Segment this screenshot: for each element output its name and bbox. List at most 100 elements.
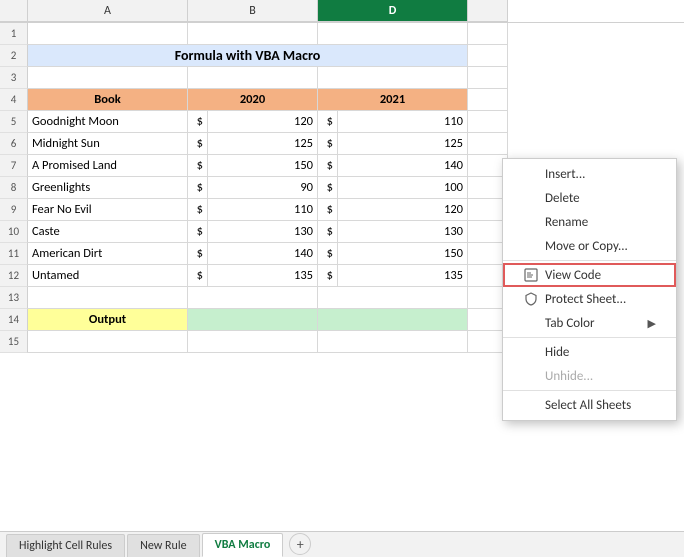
cell-c8-dollar[interactable]: $ (188, 177, 208, 199)
cell-e5[interactable] (468, 111, 508, 133)
row-1 (28, 23, 684, 45)
cell-d12-val[interactable]: 135 (338, 265, 468, 287)
cell-c10-dollar[interactable]: $ (188, 221, 208, 243)
cell-e6[interactable] (468, 133, 508, 155)
cell-d6-val[interactable]: 125 (338, 133, 468, 155)
corner-cell (0, 0, 28, 22)
row-num-5: 5 (0, 111, 28, 133)
cell-d11-val[interactable]: 150 (338, 243, 468, 265)
cell-c8-val[interactable]: 90 (208, 177, 318, 199)
cell-e1[interactable] (468, 23, 508, 45)
cell-d10-dollar[interactable]: $ (318, 221, 338, 243)
cell-d9-val[interactable]: 120 (338, 199, 468, 221)
cell-c14[interactable] (188, 309, 318, 331)
insert-icon (523, 166, 539, 182)
cell-b13[interactable] (28, 287, 188, 309)
cell-d12-dollar[interactable]: $ (318, 265, 338, 287)
cell-c15[interactable] (188, 331, 318, 353)
cell-b12[interactable]: Untamed (28, 265, 188, 287)
cell-c12-val[interactable]: 135 (208, 265, 318, 287)
row-num-7: 7 (0, 155, 28, 177)
cell-b3[interactable] (28, 67, 188, 89)
menu-item-move-copy[interactable]: Move or Copy... (503, 234, 676, 258)
cell-d13[interactable] (318, 287, 468, 309)
cell-b15[interactable] (28, 331, 188, 353)
col-header-c[interactable]: D (318, 0, 468, 22)
cell-title[interactable]: Formula with VBA Macro (28, 45, 468, 67)
menu-item-tab-color[interactable]: Tab Color ▶ (503, 311, 676, 335)
cell-d15[interactable] (318, 331, 468, 353)
col-header-a[interactable]: A (28, 0, 188, 22)
col-header-b[interactable]: B (188, 0, 318, 22)
cell-c1[interactable] (188, 23, 318, 45)
tab-new-rule[interactable]: New Rule (127, 534, 200, 557)
cell-c6-val[interactable]: 125 (208, 133, 318, 155)
menu-item-hide[interactable]: Hide (503, 340, 676, 364)
col-header-d[interactable] (468, 0, 508, 22)
cell-c9-val[interactable]: 110 (208, 199, 318, 221)
cell-c11-dollar[interactable]: $ (188, 243, 208, 265)
column-headers: A B D (0, 0, 684, 23)
cell-c5-dollar[interactable]: $ (188, 111, 208, 133)
cell-output-label[interactable]: Output (28, 309, 188, 331)
cell-e2[interactable] (468, 45, 508, 67)
tab-color-arrow: ▶ (648, 317, 656, 330)
menu-item-delete[interactable]: Delete (503, 186, 676, 210)
cell-d9-dollar[interactable]: $ (318, 199, 338, 221)
cell-b7[interactable]: A Promised Land (28, 155, 188, 177)
header-book[interactable]: Book (28, 89, 188, 111)
cell-d1[interactable] (318, 23, 468, 45)
row-num-1: 1 (0, 23, 28, 45)
cell-c3[interactable] (188, 67, 318, 89)
menu-item-rename[interactable]: Rename (503, 210, 676, 234)
cell-b6[interactable]: Midnight Sun (28, 133, 188, 155)
cell-c7-dollar[interactable]: $ (188, 155, 208, 177)
add-sheet-button[interactable]: + (289, 533, 311, 555)
header-2020[interactable]: 2020 (188, 89, 318, 111)
cell-b9[interactable]: Fear No Evil (28, 199, 188, 221)
menu-item-view-code[interactable]: View Code (503, 263, 676, 287)
menu-item-select-all-sheets[interactable]: Select All Sheets (503, 393, 676, 417)
rename-icon (523, 214, 539, 230)
cell-c10-val[interactable]: 130 (208, 221, 318, 243)
tab-color-icon (523, 315, 539, 331)
cell-d7-val[interactable]: 140 (338, 155, 468, 177)
row-2: Formula with VBA Macro (28, 45, 684, 67)
cell-d7-dollar[interactable]: $ (318, 155, 338, 177)
cell-b5[interactable]: Goodnight Moon (28, 111, 188, 133)
cell-b1[interactable] (28, 23, 188, 45)
cell-b11[interactable]: American Dirt (28, 243, 188, 265)
row-num-13: 13 (0, 287, 28, 309)
cell-d6-dollar[interactable]: $ (318, 133, 338, 155)
cell-c9-dollar[interactable]: $ (188, 199, 208, 221)
cell-d8-dollar[interactable]: $ (318, 177, 338, 199)
row-num-9: 9 (0, 199, 28, 221)
cell-d5-val[interactable]: 110 (338, 111, 468, 133)
row-6: Midnight Sun $ 125 $ 125 (28, 133, 684, 155)
cell-e4[interactable] (468, 89, 508, 111)
row-5: Goodnight Moon $ 120 $ 110 (28, 111, 684, 133)
cell-d10-val[interactable]: 130 (338, 221, 468, 243)
cell-d14[interactable] (318, 309, 468, 331)
tab-vba-macro[interactable]: VBA Macro (202, 533, 284, 557)
delete-icon (523, 190, 539, 206)
row-num-8: 8 (0, 177, 28, 199)
cell-d5-dollar[interactable]: $ (318, 111, 338, 133)
header-2021[interactable]: 2021 (318, 89, 468, 111)
cell-b10[interactable]: Caste (28, 221, 188, 243)
cell-c13[interactable] (188, 287, 318, 309)
cell-d3[interactable] (318, 67, 468, 89)
cell-b8[interactable]: Greenlights (28, 177, 188, 199)
menu-item-insert[interactable]: Insert... (503, 162, 676, 186)
cell-d11-dollar[interactable]: $ (318, 243, 338, 265)
cell-c11-val[interactable]: 140 (208, 243, 318, 265)
cell-c7-val[interactable]: 150 (208, 155, 318, 177)
cell-d8-val[interactable]: 100 (338, 177, 468, 199)
cell-c12-dollar[interactable]: $ (188, 265, 208, 287)
tab-highlight-cell-rules[interactable]: Highlight Cell Rules (6, 534, 125, 557)
select-all-sheets-icon (523, 397, 539, 413)
cell-e3[interactable] (468, 67, 508, 89)
cell-c6-dollar[interactable]: $ (188, 133, 208, 155)
cell-c5-val[interactable]: 120 (208, 111, 318, 133)
menu-item-protect-sheet[interactable]: Protect Sheet... (503, 287, 676, 311)
